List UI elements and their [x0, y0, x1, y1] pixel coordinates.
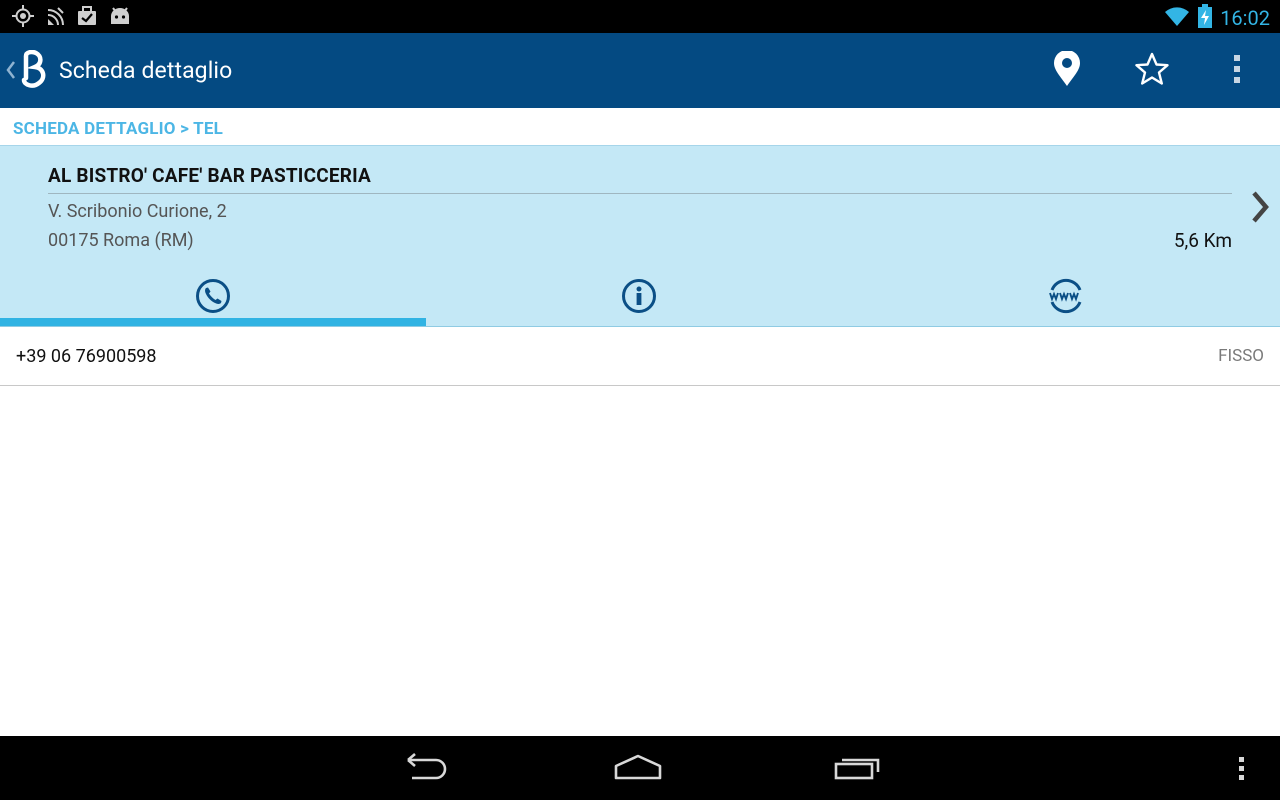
navigation-bar	[0, 736, 1280, 800]
back-button[interactable]	[398, 752, 448, 786]
home-button[interactable]	[612, 752, 664, 786]
tab-info[interactable]	[426, 268, 852, 328]
favorite-button[interactable]	[1132, 52, 1172, 90]
business-distance: 5,6 Km	[1173, 229, 1232, 252]
star-icon	[1134, 52, 1170, 90]
breadcrumb: SCHEDA DETTAGLIO > TEL	[13, 119, 223, 139]
phone-number: +39 06 76900598	[16, 346, 157, 367]
selected-tab-indicator	[0, 318, 426, 326]
info-icon	[621, 278, 657, 328]
back-icon	[398, 752, 448, 786]
www-icon	[1047, 278, 1085, 328]
phone-type: FISSO	[1218, 346, 1264, 366]
business-address-street: V. Scribonio Curione, 2	[48, 201, 227, 222]
overflow-menu-icon	[1238, 756, 1246, 786]
business-divider	[48, 193, 1232, 194]
overflow-menu-button[interactable]	[1217, 52, 1257, 90]
gps-icon	[12, 5, 34, 27]
briefcase-check-icon	[76, 5, 98, 27]
home-icon	[612, 752, 664, 786]
business-address-city: 00175 Roma (RM)	[48, 230, 194, 251]
chevron-right-icon[interactable]	[1250, 190, 1270, 228]
list-item[interactable]: +39 06 76900598 FISSO	[0, 327, 1280, 386]
wifi-icon	[1164, 5, 1190, 31]
location-pin-icon	[1052, 50, 1082, 91]
location-button[interactable]	[1047, 50, 1087, 91]
status-clock: 16:02	[1220, 6, 1270, 30]
recent-apps-icon	[832, 752, 884, 786]
app-logo-icon[interactable]	[20, 49, 54, 94]
battery-charging-icon	[1198, 4, 1213, 32]
recent-apps-button[interactable]	[832, 752, 884, 786]
status-right-icons: 16:02	[1164, 4, 1270, 32]
action-bar-title: Scheda dettaglio	[59, 57, 233, 84]
menu-button[interactable]	[1238, 756, 1246, 786]
action-bar: Scheda dettaglio	[0, 33, 1280, 108]
status-bar: 16:02	[0, 0, 1280, 33]
tab-web[interactable]	[852, 268, 1280, 328]
status-left-icons	[12, 5, 132, 27]
signal-icon	[44, 5, 66, 27]
android-icon	[108, 6, 132, 26]
business-name: AL BISTRO' CAFE' BAR PASTICCERIA	[48, 164, 371, 187]
up-caret-icon[interactable]	[4, 59, 16, 85]
business-card[interactable]: AL BISTRO' CAFE' BAR PASTICCERIA V. Scri…	[0, 145, 1280, 327]
overflow-menu-icon	[1233, 54, 1241, 88]
